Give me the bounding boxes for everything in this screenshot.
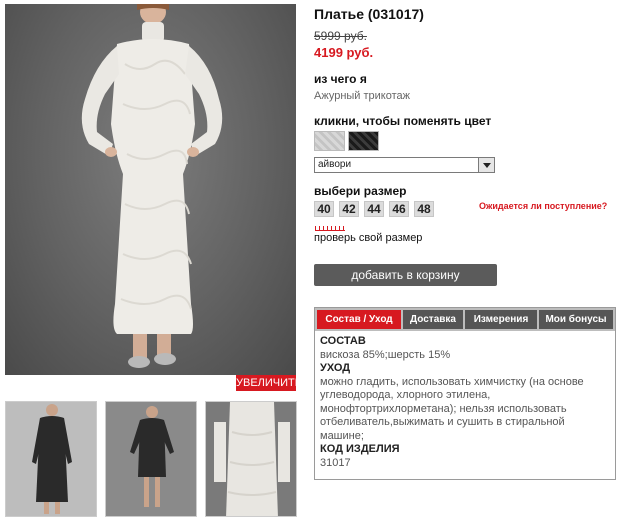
tab-delivery[interactable]: Доставка bbox=[403, 310, 463, 329]
thumbnail-black-dress-side[interactable] bbox=[105, 401, 197, 517]
size-option-48[interactable]: 48 bbox=[414, 201, 434, 217]
material-heading: из чего я bbox=[314, 72, 367, 86]
check-size-link[interactable]: проверь свой размер bbox=[314, 232, 422, 244]
size-option-40[interactable]: 40 bbox=[314, 201, 334, 217]
color-select-value: айвори bbox=[318, 159, 352, 170]
size-option-42[interactable]: 42 bbox=[339, 201, 359, 217]
color-select[interactable]: айвори bbox=[314, 157, 495, 173]
dress-model-image bbox=[81, 4, 223, 368]
thumbnail-black-dress-front[interactable] bbox=[5, 401, 97, 517]
care-text: можно гладить, использовать химчистку (н… bbox=[320, 375, 584, 442]
sale-price: 4199 руб. bbox=[314, 45, 374, 60]
product-code-heading: КОД ИЗДЕЛИЯ bbox=[320, 443, 400, 455]
main-product-photo[interactable] bbox=[5, 4, 296, 375]
tab-composition-care[interactable]: Состав / Уход bbox=[317, 310, 401, 329]
zoom-button[interactable]: УВЕЛИЧИТЬ bbox=[236, 375, 302, 391]
ruler-icon bbox=[315, 225, 345, 231]
size-option-44[interactable]: 44 bbox=[364, 201, 384, 217]
size-option-46[interactable]: 46 bbox=[389, 201, 409, 217]
old-price: 5999 руб. bbox=[314, 29, 367, 43]
material-value: Ажурный трикотаж bbox=[314, 90, 410, 102]
care-heading: УХОД bbox=[320, 362, 351, 374]
tab-bar: Состав / Уход Доставка Измерения Мои бон… bbox=[315, 308, 615, 331]
composition-heading: СОСТАВ bbox=[320, 335, 366, 347]
color-swatch-ivory[interactable] bbox=[314, 131, 345, 151]
thumbnail-image bbox=[6, 402, 96, 516]
thumbnail-white-dress-closeup[interactable] bbox=[205, 401, 297, 517]
tab-my-bonuses[interactable]: Мои бонусы bbox=[539, 310, 613, 329]
product-code-value: 31017 bbox=[320, 456, 351, 469]
stock-expected-link[interactable]: Ожидается ли поступление? bbox=[479, 201, 607, 211]
tab-measurements[interactable]: Измерения bbox=[465, 310, 537, 329]
thumbnail-image bbox=[206, 402, 296, 516]
product-info-tabs: Состав / Уход Доставка Измерения Мои бон… bbox=[314, 307, 616, 480]
color-heading: кликни, чтобы поменять цвет bbox=[314, 114, 492, 128]
product-title: Платье (031017) bbox=[314, 6, 424, 22]
chevron-down-icon[interactable] bbox=[478, 158, 494, 172]
size-heading: выбери размер bbox=[314, 184, 407, 198]
composition-text: вискоза 85%;шерсть 15% bbox=[320, 348, 451, 361]
add-to-cart-button[interactable]: добавить в корзину bbox=[314, 264, 497, 286]
color-swatch-black[interactable] bbox=[348, 131, 379, 151]
tab-content: СОСТАВ вискоза 85%;шерсть 15% УХОД можно… bbox=[320, 335, 610, 470]
thumbnail-image bbox=[106, 402, 196, 516]
